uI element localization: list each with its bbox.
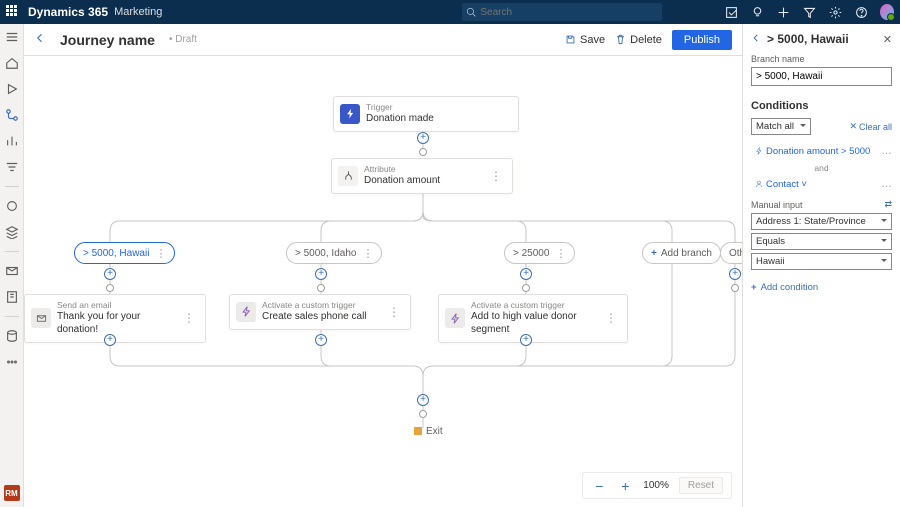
manual-input-label: Manual input (751, 200, 803, 210)
nav-analytics-icon[interactable] (5, 134, 19, 148)
pill-more-icon[interactable]: ⋮ (155, 247, 166, 260)
nav-data-icon[interactable] (5, 329, 19, 343)
app-launcher-icon[interactable] (6, 5, 20, 19)
branch-pill-2[interactable]: > 5000, Idaho⋮ (286, 242, 382, 264)
condition-more-icon[interactable]: … (881, 145, 892, 157)
add-step-button[interactable]: + (520, 334, 532, 346)
pill-more-icon[interactable]: ⋮ (362, 247, 373, 260)
branch-pill-other[interactable]: Other (720, 242, 742, 264)
branch-pill-3[interactable]: > 25000⋮ (504, 242, 575, 264)
pill-more-icon[interactable]: ⋮ (555, 247, 566, 260)
trigger-icon (445, 308, 465, 328)
add-branch-button[interactable]: Add branch (642, 242, 721, 264)
connector-end (522, 284, 530, 292)
action-node-trigger-2[interactable]: Activate a custom triggerAdd to high val… (438, 294, 628, 343)
nav-play-icon[interactable] (5, 82, 19, 96)
branch-icon (338, 166, 358, 186)
nav-home-icon[interactable] (5, 56, 19, 70)
panel-close-button[interactable]: ✕ (883, 33, 892, 46)
journey-canvas[interactable]: TriggerDonation made + AttributeDonation… (24, 56, 742, 507)
add-step-button[interactable]: + (315, 334, 327, 346)
panel-back-button[interactable] (751, 33, 761, 46)
node-more-icon[interactable]: ⋮ (486, 169, 506, 183)
conditions-heading: Conditions (751, 100, 892, 112)
connector-end (317, 284, 325, 292)
condition-row-1[interactable]: Donation amount > 5000 … (751, 143, 892, 160)
connector-end (106, 284, 114, 292)
persona-badge[interactable]: RM (4, 485, 20, 501)
clear-all-button[interactable]: ✕ Clear all (849, 121, 892, 132)
add-icon[interactable] (776, 5, 790, 19)
node-more-icon[interactable]: ⋮ (179, 311, 199, 325)
add-condition-button[interactable]: Add condition (751, 282, 892, 293)
left-nav: RM (0, 24, 24, 507)
and-label: and (751, 163, 892, 173)
brand-area: Marketing (114, 6, 162, 18)
lightning-icon (340, 104, 360, 124)
match-mode-select[interactable]: Match all (751, 118, 811, 135)
add-step-button[interactable]: + (729, 268, 741, 280)
nav-segments-icon[interactable] (5, 160, 19, 174)
status-badge: • Draft (169, 34, 197, 45)
branch-name-input[interactable] (751, 67, 892, 86)
branch-pill-1[interactable]: > 5000, Hawaii⋮ (74, 242, 175, 264)
mail-icon (31, 308, 51, 328)
add-step-button[interactable]: + (417, 132, 429, 144)
condition-row-2[interactable]: Contact ˅ … (751, 176, 892, 193)
zoom-reset-button[interactable]: Reset (679, 477, 723, 494)
node-more-icon[interactable]: ⋮ (384, 305, 404, 319)
page-title: Journey name (60, 32, 155, 48)
field-select[interactable]: Address 1: State/Province (751, 213, 892, 230)
value-select[interactable]: Hawaii (751, 253, 892, 270)
nav-menu-icon[interactable] (5, 30, 19, 44)
switch-input-icon[interactable]: ⇄ (884, 199, 892, 210)
operator-select[interactable]: Equals (751, 233, 892, 250)
help-icon[interactable] (854, 5, 868, 19)
back-button[interactable] (34, 32, 46, 47)
nav-layers-icon[interactable] (5, 225, 19, 239)
condition-more-icon[interactable]: … (881, 178, 892, 190)
connector-end (731, 284, 739, 292)
nav-mail-icon[interactable] (5, 264, 19, 278)
action-node-email[interactable]: Send an emailThank you for your donation… (24, 294, 206, 343)
nav-journeys-icon[interactable] (5, 108, 19, 122)
filter-icon[interactable] (802, 5, 816, 19)
nav-templates-icon[interactable] (5, 290, 19, 304)
add-step-button[interactable]: + (315, 268, 327, 280)
add-step-button[interactable]: + (520, 268, 532, 280)
trigger-node[interactable]: TriggerDonation made (333, 96, 519, 132)
publish-button[interactable]: Publish (672, 30, 732, 50)
nav-more-icon[interactable] (5, 355, 19, 369)
nav-circle-icon[interactable] (5, 199, 19, 213)
add-step-button[interactable]: + (104, 268, 116, 280)
exit-node: Exit (414, 426, 443, 437)
compose-icon[interactable] (724, 5, 738, 19)
idea-icon[interactable] (750, 5, 764, 19)
global-search[interactable] (462, 3, 662, 21)
panel-title: > 5000, Hawaii (767, 32, 877, 46)
settings-icon[interactable] (828, 5, 842, 19)
brand: Dynamics 365 (28, 5, 108, 19)
action-node-trigger-1[interactable]: Activate a custom triggerCreate sales ph… (229, 294, 411, 330)
branch-name-label: Branch name (751, 54, 892, 64)
connector-end (419, 410, 427, 418)
zoom-value: 100% (643, 480, 669, 491)
app-topbar: Dynamics 365 Marketing (0, 0, 900, 24)
top-icons (724, 5, 894, 19)
user-avatar[interactable] (880, 5, 894, 19)
zoom-controls: − + 100% Reset (582, 472, 732, 499)
zoom-in-button[interactable]: + (617, 478, 633, 494)
properties-panel: > 5000, Hawaii ✕ Branch name Conditions … (742, 24, 900, 507)
connector-end (419, 148, 427, 156)
zoom-out-button[interactable]: − (591, 478, 607, 494)
delete-button[interactable]: Delete (615, 34, 662, 46)
node-more-icon[interactable]: ⋮ (601, 311, 621, 325)
command-bar: Journey name • Draft Save Delete Publish (24, 24, 742, 56)
save-button[interactable]: Save (565, 34, 605, 46)
trigger-icon (236, 302, 256, 322)
attribute-node[interactable]: AttributeDonation amount ⋮ (331, 158, 513, 194)
search-input[interactable] (480, 7, 658, 18)
add-step-button[interactable]: + (104, 334, 116, 346)
add-step-button[interactable]: + (417, 394, 429, 406)
